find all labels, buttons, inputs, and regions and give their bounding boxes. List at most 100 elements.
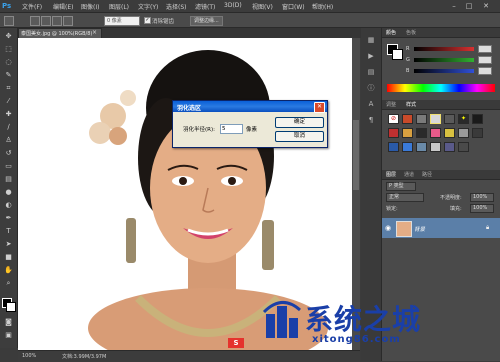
pen-icon[interactable]: ✒ bbox=[3, 214, 14, 223]
blend-mode-select[interactable]: 正常 bbox=[386, 193, 424, 202]
info-panel-icon[interactable]: ⓘ bbox=[366, 84, 376, 93]
subtract-selection-icon[interactable] bbox=[52, 16, 62, 26]
eraser-icon[interactable]: ▭ bbox=[3, 162, 14, 171]
tab-swatches[interactable]: 色板 bbox=[406, 29, 416, 36]
menu-file[interactable]: 文件(F) bbox=[22, 2, 42, 11]
tab-paths[interactable]: 路径 bbox=[422, 171, 432, 178]
green-value-field[interactable] bbox=[478, 56, 492, 64]
hand-icon[interactable]: ✋ bbox=[3, 266, 14, 275]
menu-type[interactable]: 文字(Y) bbox=[138, 2, 158, 11]
style-swatch-icon[interactable] bbox=[416, 128, 427, 138]
style-swatch-icon[interactable] bbox=[416, 142, 427, 152]
menu-image[interactable]: 图像(I) bbox=[81, 2, 99, 11]
menu-edit[interactable]: 编辑(E) bbox=[53, 2, 73, 11]
background-color-swatch[interactable] bbox=[6, 302, 16, 312]
fill-field[interactable]: 100% bbox=[470, 204, 494, 213]
blur-icon[interactable]: ● bbox=[3, 188, 14, 197]
tab-layers[interactable]: 图层 bbox=[386, 171, 396, 178]
blue-slider-track[interactable] bbox=[414, 69, 474, 73]
style-swatch-icon[interactable]: ✦ bbox=[458, 114, 469, 124]
style-swatch-icon[interactable] bbox=[402, 142, 413, 152]
style-swatch-icon[interactable] bbox=[444, 142, 455, 152]
menu-3d[interactable]: 3D(D) bbox=[224, 2, 242, 9]
color-spectrum-bar[interactable] bbox=[387, 84, 495, 92]
style-swatch-icon[interactable] bbox=[444, 114, 455, 124]
style-swatch-icon[interactable] bbox=[416, 114, 427, 124]
menu-select[interactable]: 选择(S) bbox=[166, 2, 187, 11]
menu-window[interactable]: 窗口(W) bbox=[282, 2, 305, 11]
menu-help[interactable]: 帮助(H) bbox=[312, 2, 333, 11]
intersect-selection-icon[interactable] bbox=[63, 16, 73, 26]
close-tab-icon[interactable]: × bbox=[92, 29, 97, 36]
layer-row-background[interactable]: ◉ 背景 🔒︎ bbox=[382, 218, 500, 238]
properties-panel-icon[interactable]: ▤ bbox=[366, 68, 376, 77]
new-selection-icon[interactable] bbox=[30, 16, 40, 26]
crop-icon[interactable]: ⌗ bbox=[3, 84, 14, 93]
zoom-icon[interactable]: ⌕ bbox=[3, 279, 14, 288]
actions-panel-icon[interactable]: ▶ bbox=[366, 52, 376, 61]
tab-color[interactable]: 颜色 bbox=[386, 29, 396, 36]
lasso-icon[interactable]: ◌ bbox=[3, 58, 14, 67]
history-panel-icon[interactable]: ▦ bbox=[366, 36, 376, 45]
red-value-field[interactable] bbox=[478, 45, 492, 53]
tab-channels[interactable]: 通道 bbox=[404, 171, 414, 178]
eyedropper-icon[interactable]: ⁄ bbox=[3, 97, 14, 106]
style-swatch-icon[interactable] bbox=[444, 128, 455, 138]
quick-select-icon[interactable]: ✎ bbox=[3, 71, 14, 80]
feather-input[interactable]: 0 像素 bbox=[104, 16, 140, 26]
opacity-field[interactable]: 100% bbox=[470, 193, 494, 202]
layer-name[interactable]: 背景 bbox=[414, 225, 425, 233]
menu-filter[interactable]: 滤镜(T) bbox=[195, 2, 215, 11]
green-slider-track[interactable] bbox=[414, 58, 474, 62]
style-swatch-icon[interactable] bbox=[402, 128, 413, 138]
blue-value-field[interactable] bbox=[478, 67, 492, 75]
maximize-button[interactable]: □ bbox=[463, 1, 475, 11]
minimize-button[interactable]: – bbox=[448, 1, 460, 11]
dodge-icon[interactable]: ◐ bbox=[3, 201, 14, 210]
menu-view[interactable]: 视图(V) bbox=[252, 2, 273, 11]
menu-layer[interactable]: 图层(L) bbox=[109, 2, 129, 11]
tab-adjustments[interactable]: 调整 bbox=[386, 101, 396, 108]
marquee-tool-icon[interactable] bbox=[4, 16, 14, 26]
style-swatch-icon[interactable] bbox=[458, 142, 469, 152]
style-swatch-icon[interactable] bbox=[472, 128, 483, 138]
dialog-titlebar[interactable]: 羽化选区 ✕ bbox=[173, 101, 327, 113]
gradient-icon[interactable]: ▤ bbox=[3, 175, 14, 184]
close-window-button[interactable]: ✕ bbox=[480, 1, 492, 11]
clone-stamp-icon[interactable]: ♙ bbox=[3, 136, 14, 145]
path-select-icon[interactable]: ➤ bbox=[3, 240, 14, 249]
style-swatch-icon[interactable] bbox=[430, 128, 441, 138]
type-icon[interactable]: T bbox=[3, 227, 14, 236]
character-panel-icon[interactable]: A bbox=[366, 100, 376, 109]
screen-mode-icon[interactable]: ▣ bbox=[3, 331, 14, 340]
dialog-close-icon[interactable]: ✕ bbox=[314, 102, 325, 113]
panel-background-swatch[interactable] bbox=[392, 49, 403, 60]
style-none-icon[interactable]: ⊘ bbox=[388, 114, 399, 124]
refine-edge-button[interactable]: 调整边缘... bbox=[190, 16, 223, 26]
visibility-eye-icon[interactable]: ◉ bbox=[385, 224, 391, 232]
marquee-icon[interactable]: ⬚ bbox=[3, 45, 14, 54]
move-tool-icon[interactable]: ✥ bbox=[3, 32, 14, 41]
style-swatch-icon[interactable] bbox=[402, 114, 413, 124]
scrollbar-thumb[interactable] bbox=[353, 120, 359, 190]
shape-icon[interactable]: ■ bbox=[3, 253, 14, 262]
feather-radius-input[interactable]: 5 bbox=[220, 124, 243, 134]
ok-button[interactable]: 确定 bbox=[275, 117, 324, 128]
zoom-level[interactable]: 100% bbox=[22, 353, 36, 359]
paragraph-panel-icon[interactable]: ¶ bbox=[366, 116, 376, 125]
cancel-button[interactable]: 取消 bbox=[275, 131, 324, 142]
style-swatch-icon[interactable] bbox=[472, 114, 483, 124]
style-swatch-icon[interactable] bbox=[388, 142, 399, 152]
layer-kind-filter[interactable]: P 类型 bbox=[386, 182, 416, 191]
style-swatch-icon[interactable] bbox=[430, 142, 441, 152]
style-swatch-icon[interactable] bbox=[388, 128, 399, 138]
history-brush-icon[interactable]: ↺ bbox=[3, 149, 14, 158]
red-slider-track[interactable] bbox=[414, 47, 474, 51]
tab-styles[interactable]: 样式 bbox=[406, 101, 416, 108]
antialias-checkbox[interactable]: ✓ bbox=[144, 17, 151, 24]
quick-mask-icon[interactable]: ◙ bbox=[3, 318, 14, 327]
brush-icon[interactable]: ∕ bbox=[3, 123, 14, 132]
healing-brush-icon[interactable]: ✚ bbox=[3, 110, 14, 119]
style-swatch-icon[interactable] bbox=[458, 128, 469, 138]
style-swatch-icon[interactable] bbox=[430, 114, 441, 124]
